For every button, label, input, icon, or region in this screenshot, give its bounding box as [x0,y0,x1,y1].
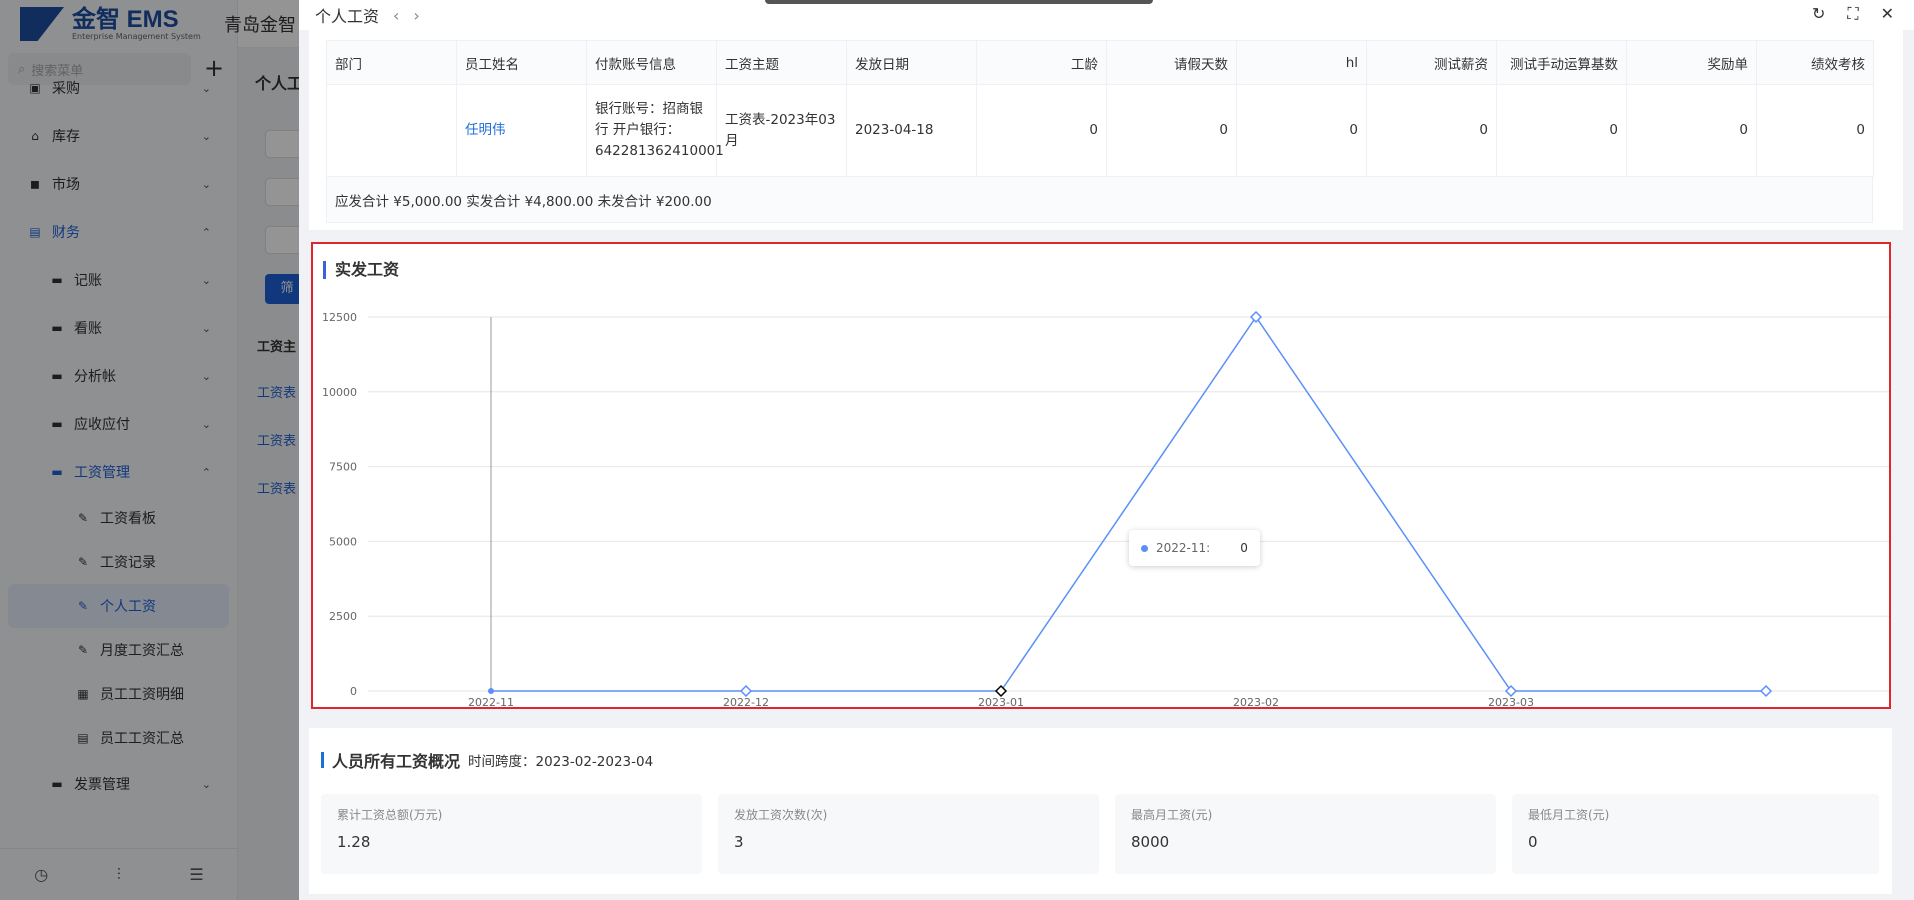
cell-hl: 0 [1236,84,1367,177]
series-line [491,315,1766,692]
y-tick-label: 0 [350,685,357,698]
employee-name-link[interactable]: 任明伟 [465,122,506,138]
y-tick-label: 7500 [329,461,357,474]
stat-card-total: 累计工资总额(万元) 1.28 [321,794,702,874]
fullscreen-icon[interactable]: ⛶ [1847,4,1858,24]
column-header: 工资主题 [716,40,847,85]
data-point [488,688,494,694]
column-header: 部门 [326,40,457,85]
drawer-header: 个人工资 ‹ › ↻ ⛶ ✕ [299,0,1914,30]
column-header: 请假天数 [1106,40,1237,85]
x-tick-label: 2023-01 [978,696,1024,707]
tooltip-label: 2022-11: [1156,541,1211,555]
data-point [994,684,1008,698]
table-row: 任明伟 银行账号：招商银行 开户银行：642281362410001 工资表-2… [326,84,1874,177]
salary-table-panel: 部门 员工姓名 付款账号信息 工资主题 发放日期 工龄 请假天数 hl 测试薪资… [309,30,1903,230]
stat-label: 最高月工资(元) [1131,808,1213,822]
data-point [1504,684,1518,698]
stat-value: 8000 [1131,833,1170,851]
data-point [739,684,753,698]
column-header: 测试薪资 [1366,40,1497,85]
stat-label: 发放工资次数(次) [734,808,828,822]
stat-value: 3 [734,833,744,851]
table-summary: 应发合计 ¥5,000.00 实发合计 ¥4,800.00 未发合计 ¥200.… [326,177,1873,223]
cell-test-base: 0 [1496,84,1627,177]
data-point [1759,684,1773,698]
drawer-handle [765,0,1153,4]
column-header: 奖励单 [1626,40,1757,85]
cell-reward: 0 [1626,84,1757,177]
cell-subject: 工资表-2023年03月 [716,84,847,177]
app-window: 金智 EMS Enterprise Management System ⌕ 搜索… [0,0,1914,900]
y-tick-label: 10000 [322,386,357,399]
section-marker [321,752,324,768]
data-point [1249,310,1263,324]
cell-seniority: 0 [976,84,1107,177]
salary-overview: 人员所有工资概况 时间跨度：2023-02-2023-04 累计工资总额(万元)… [309,728,1892,894]
cell-test-salary: 0 [1366,84,1497,177]
stat-label: 最低月工资(元) [1528,808,1610,822]
stat-label: 累计工资总额(万元) [337,808,443,822]
stat-value: 0 [1528,833,1538,851]
column-header: 员工姓名 [456,40,587,85]
salary-table: 部门 员工姓名 付款账号信息 工资主题 发放日期 工龄 请假天数 hl 测试薪资… [326,40,1874,177]
stat-card-max: 最高月工资(元) 8000 [1115,794,1496,874]
cell-date: 2023-04-18 [846,84,977,177]
close-icon[interactable]: ✕ [1881,4,1894,24]
refresh-icon[interactable]: ↻ [1812,4,1825,24]
x-tick-label: 2023-03 [1488,696,1534,707]
column-header: 发放日期 [846,40,977,85]
drawer-title: 个人工资 [315,7,380,26]
stat-card-min: 最低月工资(元) 0 [1512,794,1879,874]
x-tick-label: 2022-12 [723,696,769,707]
y-tick-label: 12500 [322,311,357,324]
prev-arrow-icon[interactable]: ‹ [393,6,399,25]
stat-value: 1.28 [337,833,371,851]
chart-tooltip: 2022-11: 0 [1129,530,1260,566]
next-arrow-icon[interactable]: › [413,6,419,25]
column-header: 付款账号信息 [586,40,717,85]
column-header: hl [1236,40,1367,85]
cell-account-info: 银行账号：招商银行 开户银行：642281362410001 [586,84,724,177]
stat-card-count: 发放工资次数(次) 3 [718,794,1099,874]
tooltip-marker [1141,544,1148,552]
table-header-row: 部门 员工姓名 付款账号信息 工资主题 发放日期 工龄 请假天数 hl 测试薪资… [326,40,1874,85]
column-header: 工龄 [976,40,1107,85]
y-tick-label: 5000 [329,535,357,548]
cell-employee-name: 任明伟 [456,84,587,177]
actual-salary-chart: 实发工资 0 2500 5000 7500 10000 12500 2022-11 2022-… [311,242,1891,709]
x-tick-label: 2022-11 [468,696,514,707]
column-header: 测试手动运算基数 [1496,40,1627,85]
x-tick-label: 2023-02 [1233,696,1279,707]
y-tick-label: 2500 [329,610,357,623]
column-header: 绩效考核 [1756,40,1874,85]
cell-department [326,84,457,177]
overview-time-span: 时间跨度：2023-02-2023-04 [468,754,654,770]
cell-leave-days: 0 [1106,84,1237,177]
tooltip-value: 0 [1240,541,1248,555]
overview-title: 人员所有工资概况 [332,752,461,771]
chart-svg: 0 2500 5000 7500 10000 12500 2022-11 2022-12 202… [322,310,1889,707]
cell-performance: 0 [1756,84,1874,177]
